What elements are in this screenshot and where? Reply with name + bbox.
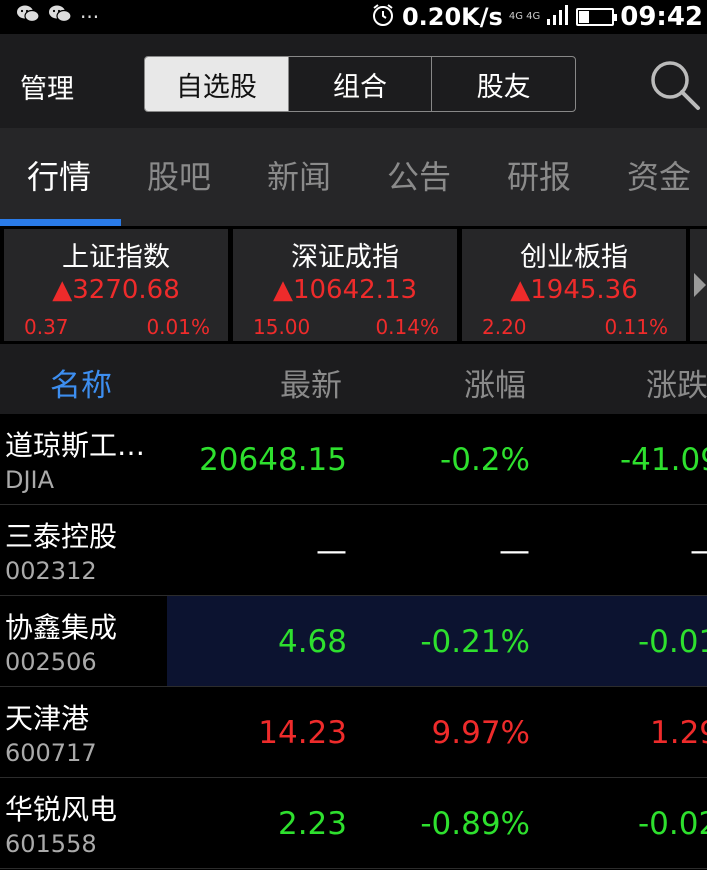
signal-icon [546, 4, 570, 30]
stock-code: 600717 [5, 739, 97, 767]
play-arrow-icon[interactable] [690, 229, 707, 341]
stock-code: DJIA [5, 466, 55, 494]
stock-name: 道琼斯工… [5, 429, 146, 462]
network-speed: 0.20K/s [401, 3, 503, 31]
tab-research[interactable]: 研报 [507, 152, 571, 198]
stock-last: 4.68 [277, 624, 347, 660]
index-value: ▲1945.36 [510, 275, 638, 305]
index-card-shenzhen[interactable]: 深证成指 ▲10642.13 15.00 0.14% [233, 229, 457, 341]
index-card-shanghai[interactable]: 上证指数 ▲3270.68 0.37 0.01% [4, 229, 228, 341]
index-name: 上证指数 [62, 242, 170, 273]
clock: 09:42 [620, 2, 703, 32]
manage-button[interactable]: 管理 [20, 67, 74, 106]
stock-last: 20648.15 [199, 442, 347, 478]
tab-indicator [0, 219, 121, 226]
stock-last: 14.23 [258, 715, 347, 751]
tab-market[interactable]: 行情 [27, 152, 91, 198]
index-percent: 0.01% [146, 315, 210, 339]
index-change: 2.20 [482, 315, 527, 339]
stock-name: 协鑫集成 [5, 611, 118, 644]
search-icon[interactable] [648, 58, 702, 112]
tab-news[interactable]: 新闻 [267, 152, 331, 198]
column-name[interactable]: 名称 [50, 360, 112, 405]
index-name: 创业板指 [520, 242, 628, 273]
more-dots-icon: ··· [80, 4, 100, 29]
index-percent: 0.11% [604, 315, 668, 339]
column-header: 名称 最新 涨幅 涨跌 [0, 344, 707, 414]
index-change: 0.37 [24, 315, 69, 339]
stock-name: 三泰控股 [5, 520, 118, 553]
stock-code: 002312 [5, 557, 97, 585]
battery-icon [576, 8, 618, 26]
app-header: 管理 自选股 组合 股友 [0, 34, 707, 128]
table-row[interactable]: 道琼斯工… DJIA 20648.15 -0.2% -41.09 [0, 414, 707, 505]
column-percent[interactable]: 涨幅 [464, 360, 526, 405]
stock-last: — [316, 533, 347, 569]
index-value: ▲10642.13 [272, 275, 418, 305]
stock-percent: -0.2% [440, 442, 530, 478]
stock-name: 天津港 [5, 702, 90, 735]
stock-percent: -0.21% [420, 624, 530, 660]
column-change[interactable]: 涨跌 [646, 360, 707, 405]
stock-code: 601558 [5, 830, 97, 858]
alarm-icon [370, 2, 396, 32]
segment-friends[interactable]: 股友 [431, 57, 575, 111]
tab-forum[interactable]: 股吧 [147, 152, 211, 198]
stock-change: — [690, 533, 707, 569]
table-row[interactable]: 华锐风电 601558 2.23 -0.89% -0.02 [0, 778, 707, 869]
status-bar: ··· 0.20K/s 4G 4G 09:42 [0, 0, 707, 34]
index-strip: 上证指数 ▲3270.68 0.37 0.01% 深证成指 ▲10642.13 … [0, 226, 707, 344]
stock-percent: — [499, 533, 530, 569]
table-row[interactable]: 天津港 600717 14.23 9.97% 1.29 [0, 687, 707, 778]
wechat-icon [16, 4, 40, 29]
segment-control: 自选股 组合 股友 [144, 56, 576, 112]
index-name: 深证成指 [291, 242, 399, 273]
notification-icons: ··· [16, 4, 99, 29]
stock-code: 002506 [5, 648, 97, 676]
stock-last: 2.23 [277, 806, 347, 842]
network-type: 4G 4G [508, 11, 541, 22]
stock-name: 华锐风电 [5, 793, 118, 826]
stock-change: 1.29 [650, 715, 707, 751]
segment-watchlist[interactable]: 自选股 [145, 57, 288, 111]
segment-portfolio[interactable]: 组合 [287, 57, 432, 111]
table-row[interactable]: 协鑫集成 002506 4.68 -0.21% -0.01 [0, 596, 707, 687]
stock-change: -41.09 [620, 442, 707, 478]
index-card-chinext[interactable]: 创业板指 ▲1945.36 2.20 0.11% [462, 229, 686, 341]
wechat-icon [48, 4, 72, 29]
tab-announcements[interactable]: 公告 [387, 152, 451, 198]
tab-bar: 行情 股吧 新闻 公告 研报 资金 [0, 128, 707, 226]
column-last[interactable]: 最新 [280, 360, 342, 405]
stock-percent: -0.89% [420, 806, 530, 842]
index-change: 15.00 [253, 315, 311, 339]
tab-funds[interactable]: 资金 [627, 152, 691, 198]
stock-change: -0.02 [638, 806, 707, 842]
stock-change: -0.01 [638, 624, 707, 660]
stock-list: 道琼斯工… DJIA 20648.15 -0.2% -41.09 三泰控股 00… [0, 414, 707, 869]
table-row[interactable]: 三泰控股 002312 — — — [0, 505, 707, 596]
index-value: ▲3270.68 [52, 275, 180, 305]
index-percent: 0.14% [375, 315, 439, 339]
stock-percent: 9.97% [431, 715, 530, 751]
